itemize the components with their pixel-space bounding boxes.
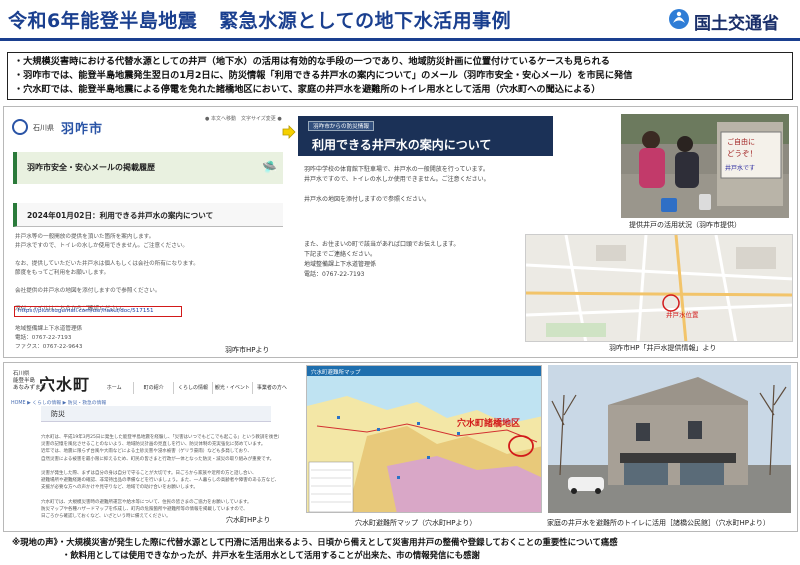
notice-contact: また、お住まいの町で該当があれば口頭でお伝えします。 下記までご連絡ください。 …: [304, 240, 549, 280]
shelter-building-photo: [548, 365, 791, 513]
well-photo-caption: 提供井戸の活用状況（羽咋市提供）: [629, 221, 741, 229]
hakui-band-title: 羽咋市安全・安心メールの掲載履歴: [27, 163, 155, 172]
nav-item-tourism[interactable]: 観光・イベント: [212, 382, 251, 394]
mlit-logo: 国土交通省: [668, 6, 796, 34]
well-usage-photo: ご自由に どうぞ！ 井戸水です: [621, 114, 789, 218]
summary-line: ・羽咋市では、能登半島地震発生翌日の1月2日に、防災情報「利用できる井戸水の案内…: [14, 70, 633, 81]
anamizu-body-line: 防災マップや各種ハザードマップを作成し、町内の危険箇所や避難所等の情報を掲載して…: [41, 507, 248, 513]
anamizu-body-line: 穴水町では、大規模災害時の避難所運営や給水等について、住民の皆さまのご協力をお願…: [41, 499, 252, 505]
hakui-crest-icon: [12, 119, 28, 135]
summary-box: ・大規模災害時における代替水源としての井戸（地下水）の活用は有効的な手段の一つで…: [7, 52, 793, 100]
hakui-notice-screenshot: 羽咋市からの防災情報 利用できる井戸水の案内について 羽咋中学校の体育館下駐車場…: [298, 116, 553, 352]
nav-item-living[interactable]: くらしの情報: [172, 382, 212, 394]
attachment-link[interactable]: https://plus.sugumail.com/usr/hakui/doc/…: [18, 308, 154, 314]
notice-tag: 羽咋市からの防災情報: [308, 121, 374, 131]
anamizu-body-line: 支援が必要な方への声かけや見守りなど、地域での助け合いをお願いします。: [41, 485, 198, 491]
notice-line: 羽咋中学校の体育館下駐車場で、井戸水の一般開放を行っています。: [304, 166, 489, 173]
body-line: [15, 296, 283, 305]
anamizu-town-name: 穴水町: [39, 375, 91, 394]
anamizu-body-line: [41, 463, 279, 470]
anamizu-body-line: 穴水町は、平成19年3月25日に発生した能登半島地震を経験し、「災害はいつでもど…: [41, 435, 279, 440]
hazard-map-title: 穴水町避難所マップ: [311, 368, 361, 376]
hakui-website-screenshot: 石川県 羽咋市 ● 本文へ移動 文字サイズ変更 ● 羽咋市安全・安心メールの掲載…: [9, 112, 284, 354]
notice-contact-line: 下記までご連絡ください。: [304, 251, 377, 258]
local-voices-footer: ※現地の声》・大規模災害が発生した際に代替水源として円滑に活用出来るよう、日頃か…: [12, 536, 792, 561]
anamizu-body-line: 自然災害による被害を最小限に抑えるため、町民の皆さまと行政が一体となった防災・減…: [41, 456, 275, 462]
contact-line: 電話：0767-22-7193: [15, 335, 72, 341]
contact-line: 地域整備課上下水道管理係: [15, 326, 83, 332]
nav-item-home[interactable]: ホーム: [95, 382, 133, 394]
notice-line: 井戸水の地図を添付しますので参照ください。: [304, 196, 431, 203]
nav-item-business[interactable]: 事業者の方へ: [251, 382, 291, 394]
notice-contact-line: また、お住まいの町で該当があれば口頭でお伝えします。: [304, 241, 460, 248]
anamizu-body-line: 災害の記憶を風化させることのないよう、地域防災計画の見直しを行い、防災体制の充実…: [41, 442, 266, 448]
hakui-mail-history-band: 羽咋市安全・安心メールの掲載履歴 🛸: [13, 152, 283, 184]
notice-line: 井戸水ですので、トイレの水しか使用できません。ご注意ください。: [304, 176, 490, 183]
notice-line: [304, 185, 549, 195]
anamizu-body-line: 災害が発生した際、まずは自分の身は自分で守ることが大切です。日ごろから家族や近所…: [41, 471, 257, 477]
anamizu-body-line: [41, 492, 279, 499]
mlit-emblem-icon: [669, 9, 689, 29]
body-line: 会社提供の井戸水の地図を添付しますので参照ください。: [15, 288, 161, 294]
hazard-map-caption: 穴水町避難所マップ（穴水町HPより）: [355, 519, 477, 527]
hakui-map-caption: 羽咋市HP「井戸水提供情報」より: [609, 344, 717, 352]
summary-line: ・穴水町では、能登半島地震による停電を免れた諸橋地区において、家庭の井戸水を避難…: [14, 84, 601, 95]
anamizu-article-body: 穴水町は、平成19年3月25日に発生した能登半島地震を経験し、「災害はいつでもど…: [41, 434, 279, 520]
hakui-util-links: ● 本文へ移動 文字サイズ変更 ●: [205, 116, 282, 122]
hakui-well-map: 井戸水位置: [525, 234, 793, 342]
anamizu-website-screenshot: 石川県 能登半島 あなみずまち 穴水町 ホーム 町の紹介 くらしの情報 観光・イ…: [9, 368, 291, 528]
hakui-article-title: 2024年01月02日：利用できる井戸水の案内について: [27, 211, 214, 220]
body-line: なお、提供していただいた井戸水は個人もしくは会社の所有になります。: [15, 261, 199, 267]
hand-written-sign: ご自由に どうぞ！ 井戸水です: [725, 137, 757, 172]
anamizu-page-heading: 防災: [41, 406, 271, 422]
body-line: 井戸水等の一般開放の提供を頂いた箇所を案内します。: [15, 234, 155, 240]
notice-header-band: 羽咋市からの防災情報 利用できる井戸水の案内について: [298, 116, 553, 156]
shelter-photo-caption: 家庭の井戸水を避難所のトイレに活用［諸橋公民館］（穴水町HPより）: [547, 519, 770, 527]
arrow-right-icon: [282, 125, 296, 139]
mlit-logo-text: 国土交通省: [694, 14, 779, 34]
notice-contact-line: 電話：0767-22-7193: [304, 271, 365, 278]
breadcrumb[interactable]: HOME ▶ くらしの情報 ▶ 防災・救急の情報: [11, 399, 106, 406]
attachment-link-highlight[interactable]: https://plus.sugumail.com/usr/hakui/doc/…: [14, 306, 182, 317]
nav-item-town[interactable]: 町の紹介: [133, 382, 172, 394]
title-part1: 令和6年能登半島地震: [8, 10, 198, 32]
anamizu-body-line: 近年では、地震に限らず台風や大雨などによる土砂災害や浸水被害（ゲリラ豪雨）なども…: [41, 449, 252, 455]
hakui-pref-label: 石川県: [33, 124, 54, 132]
anamizu-credit: 穴水町HPより: [226, 516, 271, 524]
notice-title: 利用できる井戸水の案内について: [312, 138, 492, 152]
title-part2: 緊急水源としての地下水活用事例: [219, 10, 512, 32]
anamizu-shelter-map: 穴水町避難所マップ 穴水町諸橋地区: [306, 365, 542, 513]
hazard-map-label: 穴水町諸橋地区: [457, 417, 520, 429]
notice-contact-line: 地域整備課上下水道管理係: [304, 261, 377, 268]
anamizu-body-line: 避難場所や避難経路の確認、非常持出品の準備などを行いましょう。また、一人暮らしの…: [41, 478, 279, 484]
sign-line: どうぞ！: [727, 149, 757, 158]
anamizu-nav: ホーム 町の紹介 くらしの情報 観光・イベント 事業者の方へ: [95, 382, 291, 394]
hakui-article-body: 井戸水等の一般開放の提供を頂いた箇所を案内します。 井戸水ですので、トイレの水し…: [15, 233, 283, 314]
hakui-map-label: 井戸水位置: [666, 310, 699, 319]
notice-body: 羽咋中学校の体育館下駐車場で、井戸水の一般開放を行っています。 井戸水ですので、…: [304, 165, 549, 205]
footer-line: ・飲料用としては使用できなかったが、井戸水を生活用水として活用することが出来た、…: [62, 549, 480, 560]
body-line: 井戸水ですので、トイレの水しか使用できません。ご注意ください。: [15, 243, 189, 249]
summary-line: ・大規模災害時における代替水源としての井戸（地下水）の活用は有効的な手段の一つで…: [14, 56, 610, 67]
page-title: 令和6年能登半島地震 緊急水源としての地下水活用事例: [8, 6, 511, 33]
sign-line: 井戸水です: [725, 164, 755, 172]
footer-line: ※現地の声》・大規模災害が発生した際に代替水源として円滑に活用出来るよう、日頃か…: [12, 537, 618, 547]
anamizu-logo: 石川県 能登半島 あなみずまち 穴水町: [9, 370, 99, 398]
ufo-icon: 🛸: [262, 160, 277, 174]
body-line: [15, 278, 283, 287]
title-rule: [0, 38, 800, 41]
anamizu-heading-text: 防災: [51, 410, 65, 418]
hakui-credit: 羽咋市HPより: [225, 346, 270, 354]
body-line: 節度をもってご利用をお願いします。: [15, 270, 110, 276]
body-line: [15, 251, 283, 260]
hakui-site-header: 石川県 羽咋市 ● 本文へ移動 文字サイズ変更 ●: [9, 112, 284, 142]
hakui-city-name: 羽咋市: [61, 122, 104, 137]
sign-line: ご自由に: [727, 137, 755, 146]
hakui-article-heading: 2024年01月02日：利用できる井戸水の案内について: [13, 203, 283, 227]
